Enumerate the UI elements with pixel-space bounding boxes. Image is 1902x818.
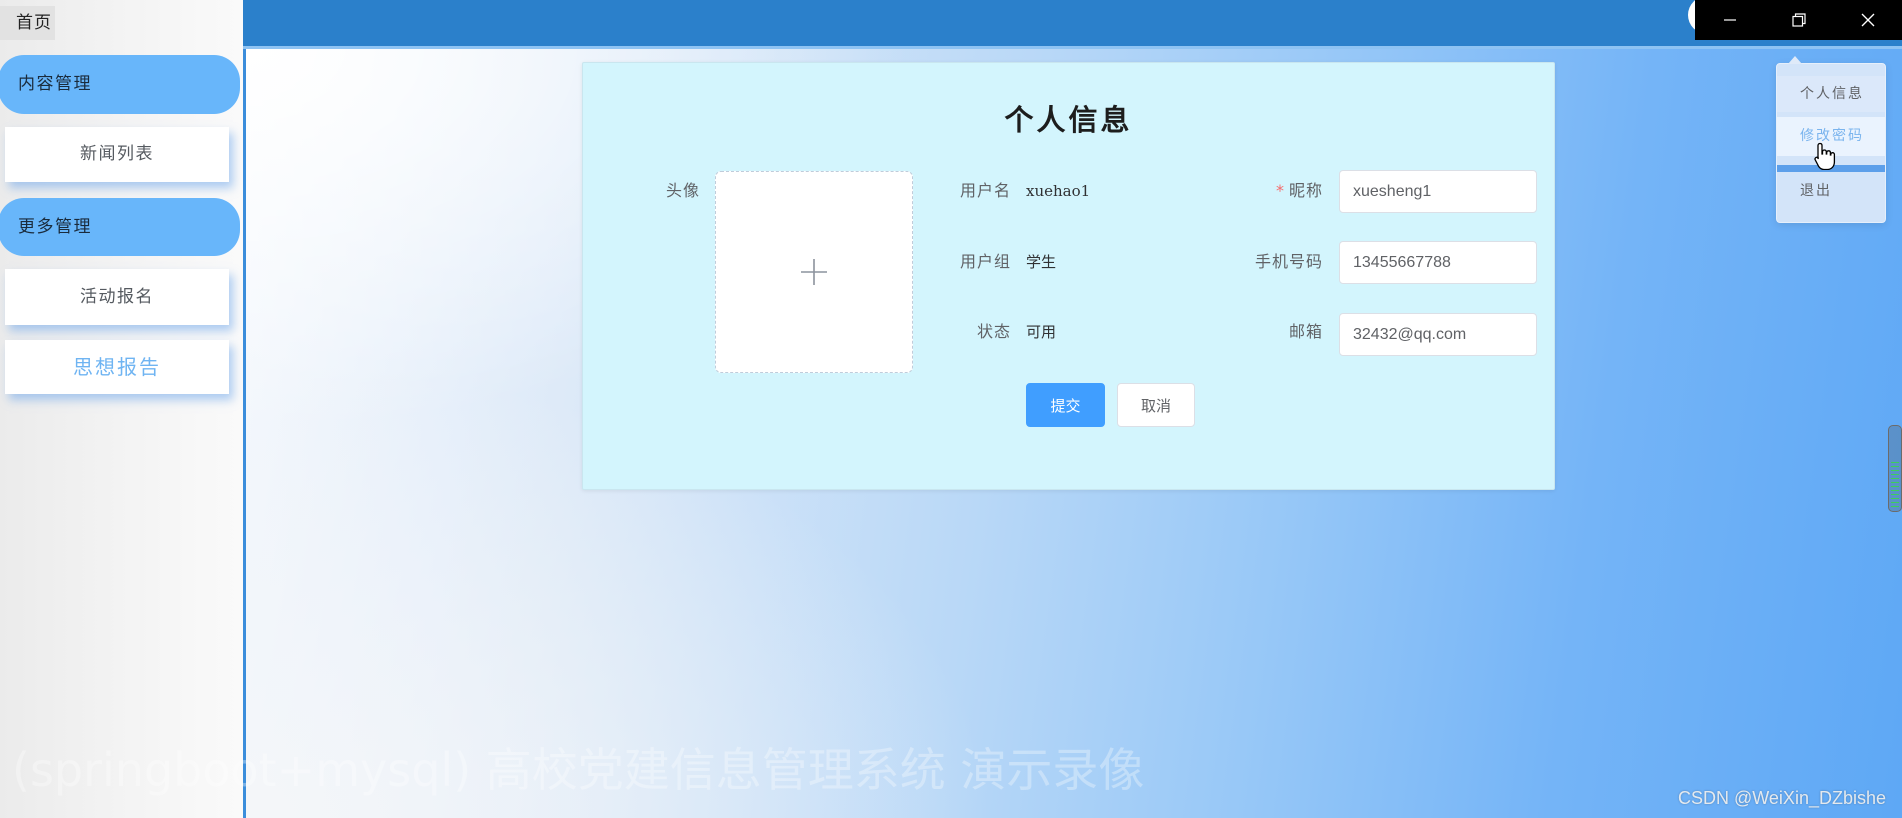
restore-icon (1791, 13, 1806, 27)
sidebar-item-event-signup[interactable]: 活动报名 (5, 269, 229, 325)
page-title: 个人信息 (1004, 103, 1133, 137)
sidebar-item-label: 思想报告 (73, 355, 161, 379)
status-label: 状态 (976, 322, 1011, 341)
plus-icon (801, 259, 827, 285)
username-label: 用户名 (959, 181, 1011, 200)
email-label: 邮箱 (1288, 322, 1323, 341)
sidebar-group-more-management[interactable]: 更多管理 (0, 198, 240, 256)
close-button[interactable] (1833, 0, 1902, 40)
email-input[interactable] (1339, 313, 1537, 356)
phone-label: 手机号码 (1254, 252, 1323, 271)
sidebar-item-news-list[interactable]: 新闻列表 (5, 127, 229, 182)
sidebar-group-label: 更多管理 (18, 217, 92, 237)
video-watermark: (springboot+mysql) 高校党建信息管理系统 演示录像 (12, 743, 1145, 797)
profile-card: 个人信息 头像 用户名 xuehao1 用户组 学生 状态 可用 *昵称 手机号… (582, 62, 1555, 490)
sidebar-item-label: 活动报名 (80, 287, 154, 307)
tab-home[interactable]: 首页 (0, 6, 55, 40)
sidebar-group-content-management[interactable]: 内容管理 (0, 55, 240, 114)
status-value: 可用 (1026, 323, 1057, 341)
csdn-credit: CSDN @WeiXin_DZbishe (1677, 788, 1886, 808)
top-bar (243, 0, 1902, 49)
menu-item-logout[interactable]: 退出 (1777, 176, 1885, 206)
sidebar: 首页 内容管理 新闻列表 更多管理 活动报名 思想报告 (0, 0, 243, 818)
sidebar-border (243, 49, 246, 818)
window-controls (1695, 0, 1902, 40)
avatar-uploader[interactable] (715, 171, 913, 373)
menu-item-profile[interactable]: 个人信息 (1777, 76, 1885, 112)
sidebar-group-label: 内容管理 (18, 74, 92, 94)
required-mark: * (1275, 181, 1285, 200)
cancel-button[interactable]: 取消 (1117, 383, 1195, 427)
username-value: xuehao1 (1026, 182, 1091, 200)
close-icon (1861, 13, 1874, 27)
restore-button[interactable] (1764, 0, 1833, 40)
dropdown-arrow (1788, 56, 1802, 64)
phone-input[interactable] (1339, 241, 1537, 284)
sidebar-item-label: 新闻列表 (80, 144, 154, 164)
tab-home-label: 首页 (16, 13, 52, 33)
level-bars (1891, 462, 1899, 508)
minimize-icon (1723, 19, 1736, 21)
hand-pointer-icon (1814, 142, 1836, 170)
avatar-label: 头像 (665, 181, 700, 200)
nickname-label-group: * 昵称 (1183, 179, 1323, 203)
nickname-input[interactable] (1339, 170, 1537, 213)
user-group-label: 用户组 (959, 252, 1011, 271)
sidebar-item-thought-report[interactable]: 思想报告 (5, 340, 229, 394)
nickname-label: 昵称 (1288, 181, 1323, 200)
minimize-button[interactable] (1695, 0, 1764, 40)
side-level-widget[interactable] (1888, 425, 1902, 512)
submit-button[interactable]: 提交 (1026, 383, 1105, 427)
user-group-value: 学生 (1026, 253, 1057, 271)
